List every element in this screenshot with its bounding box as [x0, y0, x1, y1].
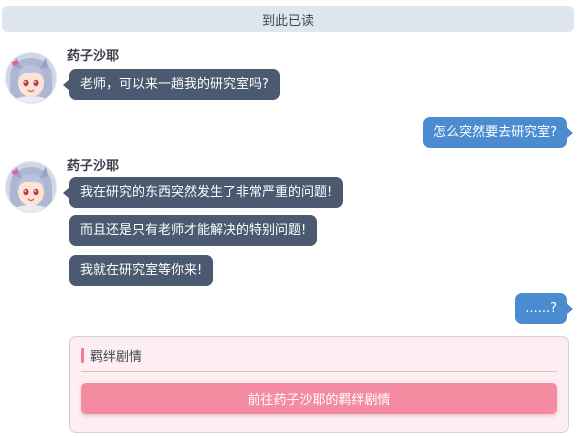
divider: [81, 371, 557, 372]
sender-name: 药子沙耶: [67, 159, 120, 174]
sender-name: 药子沙耶: [67, 49, 120, 64]
avatar-portrait-icon: [6, 53, 56, 103]
message-bubble-incoming: 我在研究的东西突然发生了非常严重的问题!: [62, 177, 344, 208]
message-bubble-outgoing: ......?: [515, 293, 573, 324]
read-marker-text: 到此已读: [261, 13, 314, 29]
bond-story-header: 羁绊剧情: [81, 346, 142, 365]
message-bubble-incoming: 而且还是只有老师才能解决的特别问题!: [69, 215, 318, 246]
go-to-bond-story-button[interactable]: 前往药子沙耶的羁绊剧情: [81, 383, 557, 414]
accent-bar: [81, 348, 84, 363]
character-avatar[interactable]: [6, 162, 56, 212]
bond-story-card: 羁绊剧情 前往药子沙耶的羁绊剧情: [69, 336, 569, 433]
message-bubble-incoming: 我就在研究室等你来!: [69, 255, 214, 286]
character-avatar[interactable]: [6, 53, 56, 103]
bond-story-title: 羁绊剧情: [90, 350, 143, 365]
message-bubble-outgoing: 怎么突然要去研究室?: [423, 117, 573, 148]
message-bubble-incoming: 老师，可以来一趟我的研究室吗?: [63, 69, 280, 100]
avatar-portrait-icon: [6, 162, 56, 212]
read-marker-banner: 到此已读: [2, 6, 574, 32]
